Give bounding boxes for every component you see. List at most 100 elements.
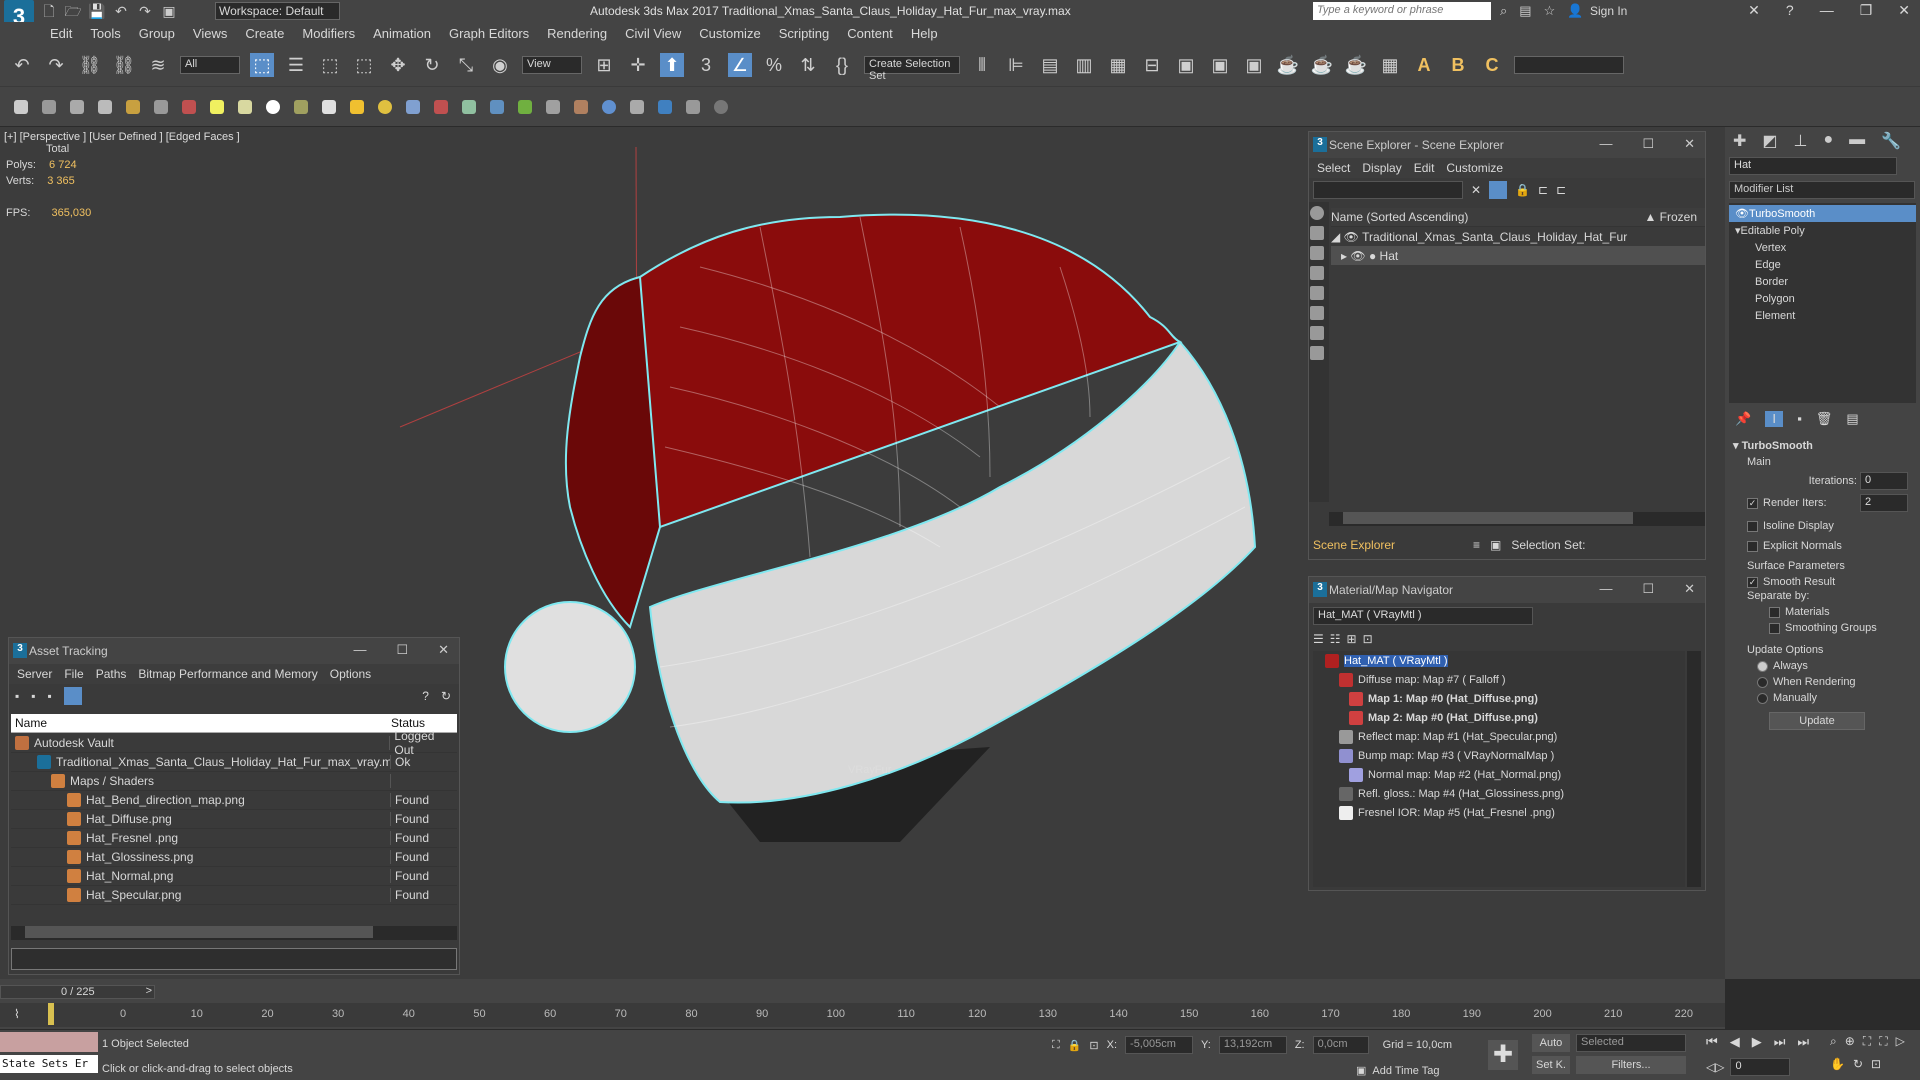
move-icon[interactable]: ✥ xyxy=(386,53,410,77)
view-list-icons-icon[interactable]: ☷ xyxy=(1330,632,1341,646)
vray-fur-icon[interactable] xyxy=(406,99,420,114)
utilities-tab-icon[interactable]: 🔧 xyxy=(1881,131,1901,151)
menu-customize[interactable]: Customize xyxy=(699,26,760,41)
rotate-icon[interactable]: ↻ xyxy=(420,53,444,77)
always-radio[interactable] xyxy=(1757,660,1768,672)
table-row[interactable]: Traditional_Xmas_Santa_Claus_Holiday_Hat… xyxy=(11,753,457,772)
asset-menu-item[interactable]: File xyxy=(64,667,83,681)
name-column-header[interactable]: Name xyxy=(11,716,391,730)
render-iters-spinner[interactable]: 2 xyxy=(1860,494,1908,512)
map-item[interactable]: Normal map: Map #2 (Hat_Normal.png) xyxy=(1319,765,1685,784)
map-item[interactable]: Fresnel IOR: Map #5 (Hat_Fresnel .png) xyxy=(1319,803,1685,822)
vault-icon[interactable]: ▪ xyxy=(31,689,35,703)
eye-icon[interactable]: 👁 xyxy=(1344,230,1359,244)
create-selection-set-dropdown[interactable]: Create Selection Set xyxy=(864,56,960,82)
menu-scripting[interactable]: Scripting xyxy=(779,26,830,41)
manually-radio[interactable] xyxy=(1757,692,1768,704)
view-list-icon[interactable]: ☰ xyxy=(1313,632,1324,646)
undo-icon[interactable]: ↶ xyxy=(10,53,34,77)
help-icon[interactable]: ? xyxy=(1786,2,1794,19)
vault-icon[interactable]: ▪ xyxy=(48,689,52,703)
maximize-icon[interactable]: ☐ xyxy=(396,642,408,658)
vray-teapot-icon[interactable] xyxy=(14,99,28,114)
close-icon[interactable]: ✕ xyxy=(438,642,449,658)
make-unique-icon[interactable]: ▪ xyxy=(1797,411,1802,427)
curve-editor-mini-icon[interactable]: ⌇ xyxy=(14,1007,20,1021)
hierarchy-icon[interactable]: ⊏ xyxy=(1556,183,1566,197)
workspace-dropdown[interactable]: Workspace: Default xyxy=(215,2,340,20)
align-icon[interactable]: ⊫ xyxy=(1004,53,1028,77)
horizontal-scrollbar[interactable] xyxy=(1329,512,1705,526)
manipulate-icon[interactable]: ✛ xyxy=(626,53,650,77)
material-editor-icon[interactable]: ▣ xyxy=(1174,53,1198,77)
menu-create[interactable]: Create xyxy=(245,26,284,41)
material-root-item[interactable]: Hat_MAT ( VRayMtl ) xyxy=(1319,651,1685,670)
select-object-icon[interactable]: ⬚ xyxy=(250,53,274,77)
percent-snap-icon[interactable]: % xyxy=(762,53,786,77)
display-filter-icon[interactable] xyxy=(1309,206,1324,220)
asset-menu-item[interactable]: Paths xyxy=(96,667,127,681)
minimize-icon[interactable]: — xyxy=(1599,581,1612,597)
maximize-icon[interactable]: ☐ xyxy=(1642,581,1654,597)
zoom-extents-icon[interactable]: ⛶ xyxy=(1863,1034,1871,1049)
track-bar[interactable]: ⌇ 0 10 20 30 40 50 60 70 80 90 100 110 120 130 140 150 1… xyxy=(0,1003,1725,1027)
pan-icon[interactable]: ✋ xyxy=(1830,1057,1845,1071)
view-small-icons-icon[interactable]: ⊞ xyxy=(1347,632,1357,646)
named-selection-icon[interactable]: {} xyxy=(830,53,854,77)
modifier-stack-item[interactable]: 👁 TurboSmooth xyxy=(1729,205,1916,222)
refresh-icon[interactable]: ↻ xyxy=(441,689,451,703)
star-icon[interactable]: ☆ xyxy=(1544,3,1556,19)
render-icon[interactable]: ☕ xyxy=(1276,53,1300,77)
menu-civil-view[interactable]: Civil View xyxy=(625,26,681,41)
layer-explorer-icon[interactable]: ▤ xyxy=(1038,53,1062,77)
user-icon[interactable]: 👤 xyxy=(1567,3,1583,19)
display-tab-icon[interactable]: ▬ xyxy=(1849,131,1865,151)
asset-menu-item[interactable]: Options xyxy=(330,667,371,681)
place-icon[interactable]: ◉ xyxy=(488,53,512,77)
display-filter-icon[interactable] xyxy=(1309,246,1324,260)
menu-graph-editors[interactable]: Graph Editors xyxy=(449,26,529,41)
maxscript-listener[interactable]: State Sets Er xyxy=(0,1055,98,1073)
field-of-view-icon[interactable]: ▷ xyxy=(1896,1034,1905,1049)
x-coordinate-field[interactable]: -5,005cm xyxy=(1125,1036,1194,1054)
redo-icon[interactable]: ↷ xyxy=(136,2,154,20)
asset-menu-item[interactable]: Server xyxy=(17,667,52,681)
set-key-button[interactable]: Set K. xyxy=(1532,1056,1570,1074)
map-item[interactable]: Map 2: Map #0 (Hat_Diffuse.png) xyxy=(1319,708,1685,727)
menu-help[interactable]: Help xyxy=(911,26,938,41)
selection-filter-dropdown[interactable]: All xyxy=(180,56,240,74)
pivot-icon[interactable]: ⊞ xyxy=(592,53,616,77)
select-by-name-icon[interactable]: ☰ xyxy=(284,53,308,77)
when-rendering-radio[interactable] xyxy=(1757,676,1768,688)
help-icon[interactable]: ? xyxy=(422,689,429,703)
vray-toolbar-icon[interactable] xyxy=(714,99,728,114)
vray-toolbar-icon[interactable] xyxy=(462,99,476,114)
eye-icon[interactable]: 👁 xyxy=(1350,249,1365,263)
unlink-icon[interactable]: ⛓ xyxy=(112,53,136,77)
keyboard-shortcut-icon[interactable]: ⬆ xyxy=(660,53,684,77)
render-setup-icon[interactable]: ▣ xyxy=(1208,53,1232,77)
table-row[interactable]: Autodesk Vault Logged Out xyxy=(11,729,457,757)
vray-toolbar-icon[interactable] xyxy=(630,99,644,114)
vray-sphere-light-icon[interactable] xyxy=(266,99,280,114)
vray-toolbar-icon[interactable] xyxy=(322,99,336,114)
vray-light-icon[interactable] xyxy=(210,99,224,114)
tree-item-root[interactable]: ◢ 👁 Traditional_Xmas_Santa_Claus_Holiday… xyxy=(1331,227,1705,246)
transform-mode-icon[interactable]: ⊡ xyxy=(1089,1039,1098,1052)
orbit-icon[interactable]: ↻ xyxy=(1853,1057,1863,1071)
map-item[interactable]: Diffuse map: Map #7 ( Falloff ) xyxy=(1319,670,1685,689)
vray-frame-buffer-icon[interactable]: ▦ xyxy=(1378,53,1402,77)
expand-icon[interactable]: ◢ xyxy=(1331,230,1340,244)
status-column-header[interactable]: Status xyxy=(391,716,425,730)
scene-search-field[interactable] xyxy=(1313,181,1463,199)
project-icon[interactable]: ▣ xyxy=(160,2,178,20)
menu-rendering[interactable]: Rendering xyxy=(547,26,607,41)
close-icon[interactable]: ✕ xyxy=(1898,2,1910,19)
vray-vfb-icon[interactable] xyxy=(42,99,56,114)
smooth-result-checkbox[interactable]: ✓ xyxy=(1747,576,1758,588)
maximize-icon[interactable]: ☐ xyxy=(1642,136,1654,152)
y-coordinate-field[interactable]: 13,192cm xyxy=(1218,1036,1287,1054)
bind-space-warp-icon[interactable]: ≋ xyxy=(146,53,170,77)
next-frame-icon[interactable]: ⏭ xyxy=(1774,1034,1786,1050)
isolate-selection-icon[interactable]: ⛶ xyxy=(1052,1039,1060,1052)
